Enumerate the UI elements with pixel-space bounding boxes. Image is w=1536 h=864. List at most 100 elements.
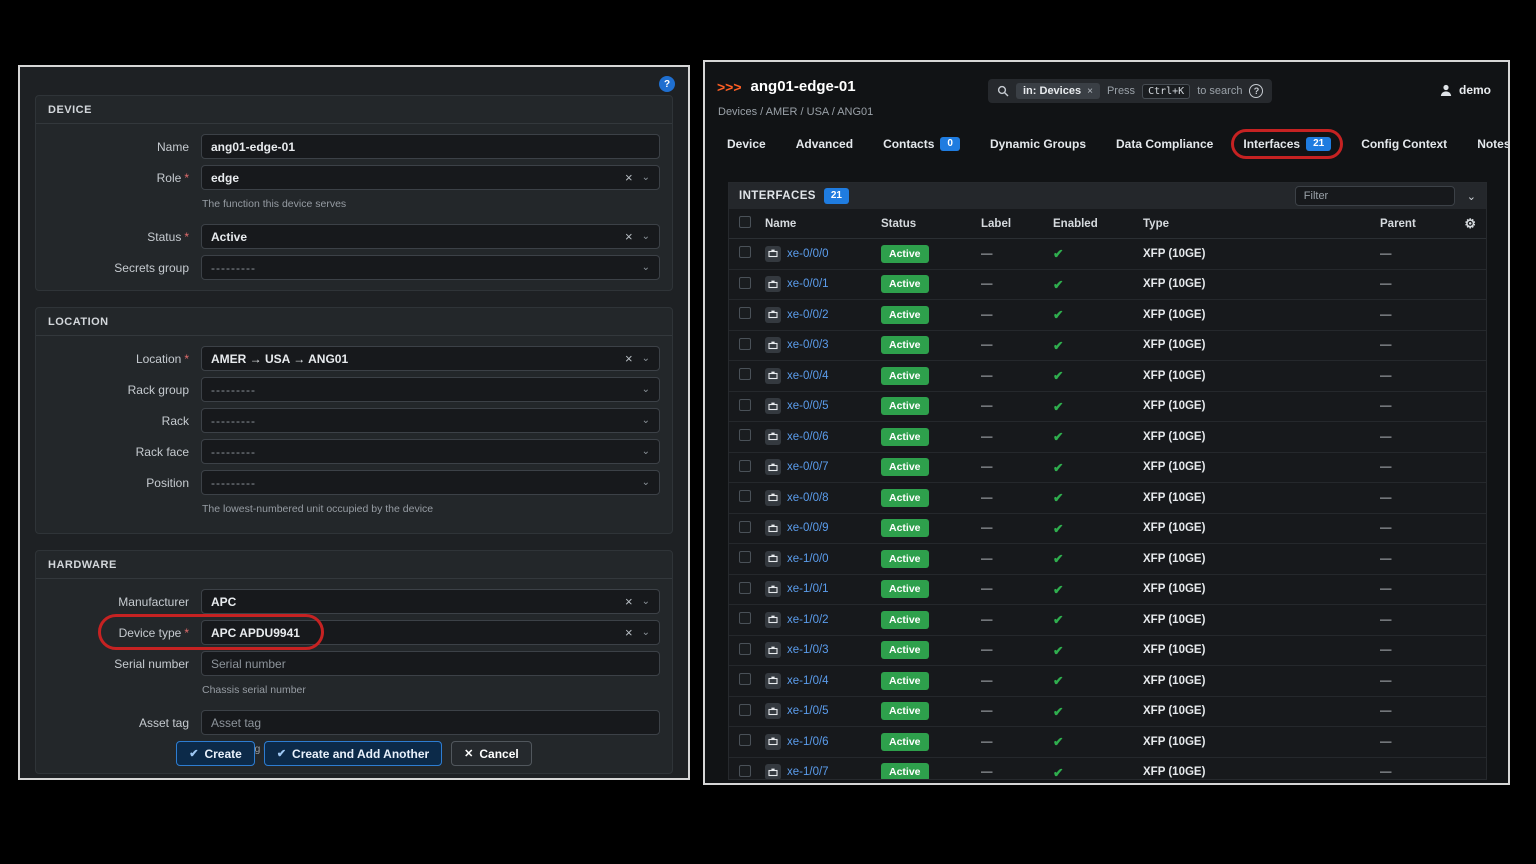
column-header-type[interactable]: Type	[1143, 218, 1380, 230]
interface-name-link[interactable]: xe-1/0/3	[787, 644, 829, 656]
secrets-group-select[interactable]: --------- ⌄	[201, 255, 660, 280]
row-checkbox[interactable]	[739, 734, 751, 746]
search-help-icon[interactable]: ?	[1249, 84, 1263, 98]
column-header-status[interactable]: Status	[881, 218, 981, 230]
global-search[interactable]: in: Devices × Press Ctrl+K to search ?	[988, 79, 1272, 103]
interface-name-link[interactable]: xe-1/0/1	[787, 583, 829, 595]
status-select[interactable]: Active × ⌄	[201, 224, 660, 249]
row-checkbox[interactable]	[739, 399, 751, 411]
row-checkbox[interactable]	[739, 612, 751, 624]
tab-notes[interactable]: Notes 0	[1477, 137, 1510, 151]
label-cell: —	[981, 705, 1053, 717]
tab-contacts[interactable]: Contacts 0	[883, 137, 960, 151]
interface-name-link[interactable]: xe-0/0/5	[787, 400, 829, 412]
select-all-checkbox[interactable]	[739, 216, 751, 228]
interface-name-link[interactable]: xe-0/0/6	[787, 431, 829, 443]
clear-icon[interactable]: ×	[625, 595, 633, 608]
interface-icon	[765, 368, 781, 384]
search-hint-suffix: to search	[1197, 85, 1242, 97]
breadcrumb[interactable]: Devices / AMER / USA / ANG01	[718, 106, 873, 118]
row-checkbox[interactable]	[739, 246, 751, 258]
row-checkbox[interactable]	[739, 368, 751, 380]
clear-icon[interactable]: ×	[625, 171, 633, 184]
table-config-gear-icon[interactable]: ⚙	[1464, 216, 1476, 231]
label-cell: —	[981, 461, 1053, 473]
column-header-name[interactable]: Name	[765, 218, 881, 230]
interface-name-link[interactable]: xe-1/0/5	[787, 705, 829, 717]
position-select[interactable]: --------- ⌄	[201, 470, 660, 495]
row-checkbox[interactable]	[739, 765, 751, 777]
clear-icon[interactable]: ×	[625, 230, 633, 243]
row-checkbox[interactable]	[739, 643, 751, 655]
interface-name-link[interactable]: xe-1/0/7	[787, 766, 829, 778]
type-cell: XFP (10GE)	[1143, 278, 1380, 290]
secrets-group-placeholder: ---------	[211, 261, 642, 275]
clear-icon[interactable]: ×	[625, 626, 633, 639]
tab-data-compliance[interactable]: Data Compliance	[1116, 137, 1213, 151]
location-select[interactable]: AMER → USA → ANG01 × ⌄	[201, 346, 660, 371]
interface-name-link[interactable]: xe-0/0/4	[787, 370, 829, 382]
user-menu[interactable]: demo	[1439, 83, 1491, 97]
interface-icon	[765, 520, 781, 536]
interface-name-link[interactable]: xe-0/0/1	[787, 278, 829, 290]
tab-dynamic-groups[interactable]: Dynamic Groups	[990, 137, 1086, 151]
interface-name-link[interactable]: xe-1/0/2	[787, 614, 829, 626]
tab-interfaces[interactable]: Interfaces 21	[1243, 137, 1331, 151]
filter-chevron-down-icon[interactable]: ⌄	[1467, 190, 1476, 203]
interface-name-link[interactable]: xe-1/0/4	[787, 675, 829, 687]
interface-name-link[interactable]: xe-0/0/0	[787, 248, 829, 260]
column-header-parent[interactable]: Parent	[1380, 218, 1454, 230]
asset-tag-input[interactable]	[201, 710, 660, 735]
interface-name-link[interactable]: xe-0/0/9	[787, 522, 829, 534]
role-select[interactable]: edge × ⌄	[201, 165, 660, 190]
create-and-add-another-button[interactable]: ✔ Create and Add Another	[264, 741, 442, 766]
label-cell: —	[981, 400, 1053, 412]
rack-select[interactable]: --------- ⌄	[201, 408, 660, 433]
interface-name-link[interactable]: xe-0/0/3	[787, 339, 829, 351]
row-checkbox[interactable]	[739, 429, 751, 441]
tab-config-context[interactable]: Config Context	[1361, 137, 1447, 151]
column-header-label[interactable]: Label	[981, 218, 1053, 230]
remove-scope-icon[interactable]: ×	[1087, 86, 1093, 97]
field-label: Role	[157, 171, 182, 185]
column-header-enabled[interactable]: Enabled	[1053, 218, 1143, 230]
interface-name-link[interactable]: xe-0/0/7	[787, 461, 829, 473]
location-value: AMER → USA → ANG01	[211, 352, 625, 366]
name-input[interactable]	[201, 134, 660, 159]
field-row-secrets-group: Secrets group --------- ⌄	[36, 255, 660, 280]
device-type-select[interactable]: APC APDU9941 × ⌄	[201, 620, 660, 645]
row-checkbox[interactable]	[739, 673, 751, 685]
create-button[interactable]: ✔ Create	[176, 741, 255, 766]
serial-number-input[interactable]	[201, 651, 660, 676]
row-checkbox[interactable]	[739, 338, 751, 350]
interface-name-link[interactable]: xe-1/0/0	[787, 553, 829, 565]
row-checkbox[interactable]	[739, 551, 751, 563]
type-cell: XFP (10GE)	[1143, 675, 1380, 687]
tab-device[interactable]: Device	[727, 137, 766, 151]
row-checkbox[interactable]	[739, 704, 751, 716]
enabled-check-icon: ✔	[1053, 552, 1063, 566]
interface-name-link[interactable]: xe-0/0/8	[787, 492, 829, 504]
required-marker: *	[184, 626, 189, 640]
rack-face-select[interactable]: --------- ⌄	[201, 439, 660, 464]
manufacturer-select[interactable]: APC × ⌄	[201, 589, 660, 614]
interface-name-link[interactable]: xe-0/0/2	[787, 309, 829, 321]
label-cell: —	[981, 553, 1053, 565]
row-checkbox[interactable]	[739, 582, 751, 594]
interface-name-link[interactable]: xe-1/0/6	[787, 736, 829, 748]
help-icon[interactable]: ?	[659, 76, 675, 92]
clear-icon[interactable]: ×	[625, 352, 633, 365]
chevron-down-icon: ⌄	[642, 416, 650, 426]
filter-input[interactable]	[1295, 186, 1455, 206]
row-checkbox[interactable]	[739, 490, 751, 502]
status-badge: Active	[881, 489, 929, 507]
row-checkbox[interactable]	[739, 521, 751, 533]
row-checkbox[interactable]	[739, 460, 751, 472]
tab-advanced[interactable]: Advanced	[796, 137, 853, 151]
cancel-button[interactable]: ✕ Cancel	[451, 741, 532, 766]
row-checkbox[interactable]	[739, 307, 751, 319]
search-scope-chip[interactable]: in: Devices ×	[1016, 83, 1100, 99]
chevron-down-icon: ⌄	[642, 173, 650, 183]
row-checkbox[interactable]	[739, 277, 751, 289]
rack-group-select[interactable]: --------- ⌄	[201, 377, 660, 402]
